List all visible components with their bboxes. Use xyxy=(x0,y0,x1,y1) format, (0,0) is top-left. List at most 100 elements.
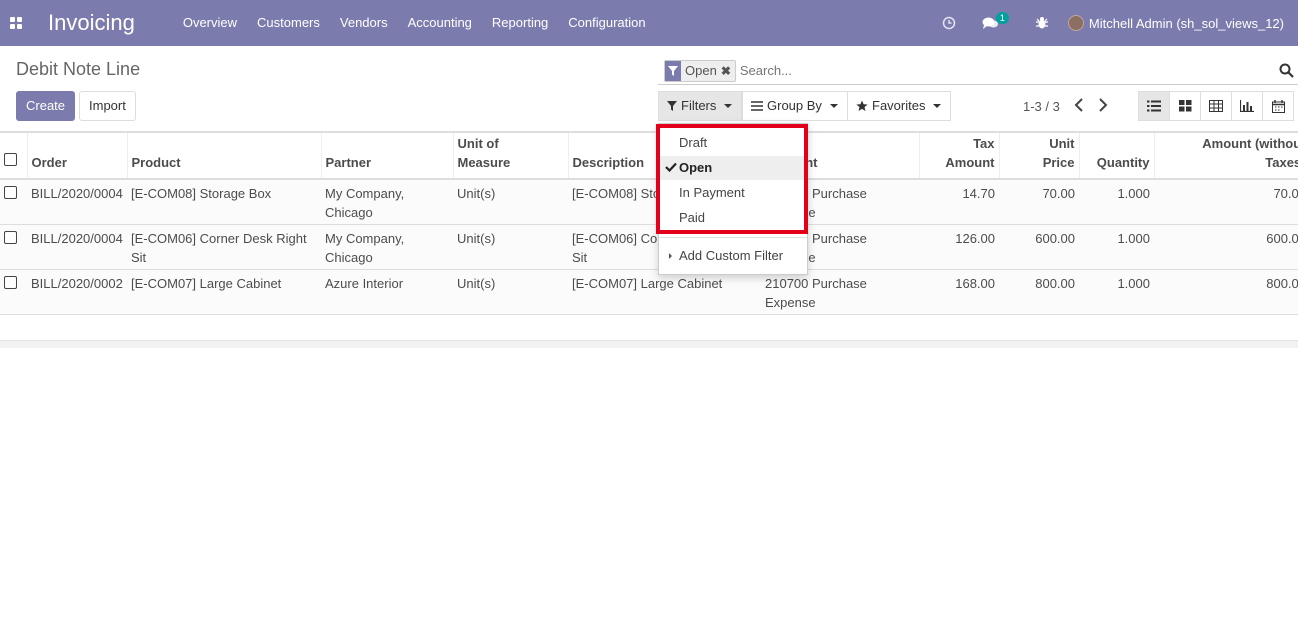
row-select xyxy=(0,269,27,315)
header-uom[interactable]: Unit of Measure xyxy=(453,131,569,180)
cell-partner: My Company, Chicago xyxy=(321,179,453,225)
cell-order: BILL/2020/0002 xyxy=(27,269,127,315)
dropdown-divider xyxy=(659,237,807,238)
cell-uom: Unit(s) xyxy=(453,269,568,315)
groupby-button[interactable]: Group By xyxy=(742,91,848,121)
table-header-row: Order Product Partner Unit of Measure Des… xyxy=(0,131,1298,180)
cell-order: BILL/2020/0004 xyxy=(27,179,127,225)
header-quantity[interactable]: Quantity xyxy=(1079,131,1155,180)
header-unit-price[interactable]: Unit Price xyxy=(999,131,1080,180)
clock-icon[interactable] xyxy=(942,16,956,30)
header-amount-untaxed[interactable]: Amount (withoutTaxes) xyxy=(1154,131,1298,180)
systray: 1 Mitchell Admin (sh_sol_views_12) xyxy=(929,0,1298,46)
search-bar: Open ✖ xyxy=(658,57,1298,85)
table-row[interactable]: BILL/2020/0004 [E-COM08] Storage Box My … xyxy=(0,179,1298,225)
app-title[interactable]: Invoicing xyxy=(48,10,135,36)
pivot-view-icon[interactable] xyxy=(1200,91,1232,121)
cell-quantity: 1.000 xyxy=(1079,269,1154,315)
favorites-button[interactable]: Favorites xyxy=(847,91,952,121)
list-footer xyxy=(0,340,1298,348)
header-partner[interactable]: Partner xyxy=(321,131,454,180)
chevron-right-icon[interactable] xyxy=(1098,98,1108,115)
menu-customers[interactable]: Customers xyxy=(247,0,330,46)
cell-unit-price: 70.00 xyxy=(999,179,1079,225)
favorites-label: Favorites xyxy=(872,98,926,113)
cell-uom: Unit(s) xyxy=(453,224,568,270)
filters-button[interactable]: Filters xyxy=(658,91,743,121)
list-view-table: Order Product Partner Unit of Measure Des… xyxy=(0,131,1298,342)
table-row[interactable]: BILL/2020/0002 [E-COM07] Large Cabinet A… xyxy=(0,269,1298,315)
empty-row xyxy=(0,315,1298,342)
header-order[interactable]: Order xyxy=(27,131,128,180)
cell-uom: Unit(s) xyxy=(453,179,568,225)
filter-icon xyxy=(667,101,677,111)
cell-quantity: 1.000 xyxy=(1079,179,1154,225)
search-input[interactable] xyxy=(739,63,1260,78)
menu-vendors[interactable]: Vendors xyxy=(330,0,398,46)
highlight-box xyxy=(656,124,808,234)
cell-tax-amount: 14.70 xyxy=(919,179,999,225)
row-checkbox[interactable] xyxy=(4,275,17,289)
cell-tax-amount: 126.00 xyxy=(919,224,999,270)
messages-icon[interactable]: 1 xyxy=(982,12,1009,30)
pager-value[interactable]: 1-3 / 3 xyxy=(1023,99,1060,114)
table-row[interactable]: BILL/2020/0004 [E-COM06] Corner Desk Rig… xyxy=(0,224,1298,270)
debug-bug-icon[interactable] xyxy=(1035,16,1049,30)
facet-value: Open xyxy=(685,63,717,78)
list-view-icon[interactable] xyxy=(1138,91,1170,121)
menu-reporting[interactable]: Reporting xyxy=(482,0,558,46)
search-icon[interactable] xyxy=(1279,63,1294,81)
calendar-view-icon[interactable] xyxy=(1262,91,1294,121)
import-button[interactable]: Import xyxy=(79,91,136,121)
star-icon xyxy=(856,100,868,111)
select-all-checkbox[interactable] xyxy=(4,153,17,166)
pager-arrows xyxy=(1074,98,1108,115)
cell-order: BILL/2020/0004 xyxy=(27,224,127,270)
menu-overview[interactable]: Overview xyxy=(173,0,247,46)
add-custom-filter[interactable]: Add Custom Filter xyxy=(659,244,783,268)
user-menu[interactable]: Mitchell Admin (sh_sol_views_12) xyxy=(1067,15,1284,31)
row-select xyxy=(0,224,27,270)
groupby-label: Group By xyxy=(767,98,822,113)
avatar xyxy=(1067,15,1084,31)
cell-product: [E-COM08] Storage Box xyxy=(127,179,321,225)
menu-accounting[interactable]: Accounting xyxy=(398,0,482,46)
filters-label: Filters xyxy=(681,98,717,113)
row-checkbox[interactable] xyxy=(4,230,17,244)
row-select xyxy=(0,179,27,225)
create-button[interactable]: Create xyxy=(16,91,76,121)
cell-quantity: 1.000 xyxy=(1079,224,1154,270)
breadcrumb: Debit Note Line xyxy=(16,59,141,79)
kanban-view-icon[interactable] xyxy=(1169,91,1201,121)
cell-tax-amount: 168.00 xyxy=(919,269,999,315)
cell-unit-price: 600.00 xyxy=(999,224,1079,270)
user-name: Mitchell Admin (sh_sol_views_12) xyxy=(1088,15,1284,31)
menu-configuration[interactable]: Configuration xyxy=(558,0,655,46)
view-switcher xyxy=(1138,91,1294,121)
select-all-header xyxy=(0,131,28,180)
header-tax-amount[interactable]: Tax Amount xyxy=(919,131,1000,180)
cell-account: 210700 Purchase Expense xyxy=(761,269,919,315)
row-checkbox[interactable] xyxy=(4,186,17,199)
facet-remove-icon[interactable]: ✖ xyxy=(721,64,735,78)
cell-product: [E-COM07] Large Cabinet xyxy=(127,269,321,315)
main-menu: Overview Customers Vendors Accounting Re… xyxy=(173,0,656,46)
cell-amount: 800.00 xyxy=(1154,269,1298,315)
cell-partner: Azure Interior xyxy=(321,269,453,315)
cell-description: [E-COM07] Large Cabinet xyxy=(568,269,761,315)
graph-view-icon[interactable] xyxy=(1231,91,1263,121)
cell-amount: 600.00 xyxy=(1154,224,1298,270)
cell-partner: My Company, Chicago xyxy=(321,224,453,270)
search-facet[interactable]: Open ✖ xyxy=(664,59,736,82)
caret-down-icon xyxy=(829,104,838,108)
top-navbar: Invoicing Overview Customers Vendors Acc… xyxy=(0,0,1298,46)
caret-right-icon xyxy=(669,253,672,259)
cell-unit-price: 800.00 xyxy=(999,269,1079,315)
apps-menu-icon[interactable] xyxy=(0,0,32,46)
header-product[interactable]: Product xyxy=(127,131,322,180)
messages-count-badge: 1 xyxy=(995,12,1009,24)
chevron-left-icon[interactable] xyxy=(1074,98,1084,115)
caret-down-icon xyxy=(933,104,942,108)
filter-icon xyxy=(665,60,681,81)
caret-down-icon xyxy=(724,104,733,108)
